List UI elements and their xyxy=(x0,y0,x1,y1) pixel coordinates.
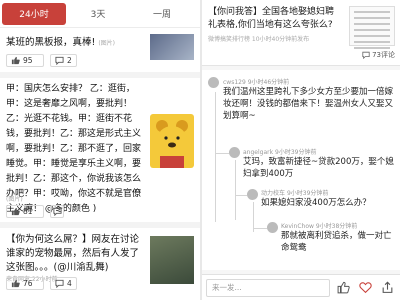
comment-meta: KevinChow 9小时38分钟前 xyxy=(281,221,395,230)
thread-line xyxy=(253,228,267,229)
comment-meta: cws129 9小时46分钟前 xyxy=(223,77,395,86)
thumbs-up-icon xyxy=(11,56,20,65)
post-detail-panel: 【你问我答】全国各地娶媳妇聘礼表格,你们当地有这么夸张么? 微博搞笑排行榜 10… xyxy=(202,0,400,300)
favorite-button[interactable] xyxy=(356,279,374,297)
like-count: 95 xyxy=(23,56,33,65)
winnie-the-pooh-image[interactable] xyxy=(150,114,194,168)
tab-24h[interactable]: 24小时 xyxy=(2,2,66,25)
comment-time: 9小时46分钟前 xyxy=(247,79,290,86)
comment: 动力校车 9小时39分钟前 如果媳妇家没400万怎么办？ xyxy=(261,188,395,209)
thread-line xyxy=(235,160,236,220)
comment-thread: cws129 9小时46分钟前 我们温州这里跨礼下多少女方至少要加一倍嫁妆还啊！… xyxy=(202,70,400,270)
comment-text: 我们温州这里跨礼下多少女方至少要加一倍嫁妆还啊！没钱的都借来下！娶温州女人又娶又… xyxy=(223,87,394,121)
like-button[interactable]: 81 xyxy=(6,205,44,218)
tab-week[interactable]: 一周 xyxy=(130,3,194,25)
comment-user[interactable]: cws129 xyxy=(223,79,246,86)
comment-count-link[interactable]: 73评论 xyxy=(362,50,395,60)
avatar[interactable] xyxy=(208,77,219,88)
heart-icon xyxy=(358,282,372,294)
share-button[interactable] xyxy=(378,279,396,297)
comment-count: 2 xyxy=(67,56,72,65)
comment-icon xyxy=(52,207,62,216)
comment: KevinChow 9小时38分钟前 那就被离利贷追杀，做一对亡命鸳鸯 xyxy=(281,221,395,254)
like-button[interactable]: 95 xyxy=(6,54,44,67)
comment-text: 艾玛，致富新捷径~贷款200万，娶个媳妇拿到400万 xyxy=(243,157,394,179)
comment-text: 如果媳妇家没400万怎么办？ xyxy=(261,198,371,208)
post-actions: 76 4 xyxy=(6,275,77,292)
tab-3days[interactable]: 3天 xyxy=(66,3,130,25)
thread-line xyxy=(235,195,247,196)
like-button[interactable] xyxy=(334,279,352,297)
comment-text: 那就被离利贷追杀，做一对亡命鸳鸯 xyxy=(281,231,392,253)
comment-user[interactable]: angelgark xyxy=(243,149,273,156)
post-thumbnail[interactable] xyxy=(150,236,194,284)
comment-meta: 动力校车 9小时39分钟前 xyxy=(261,188,395,197)
share-icon xyxy=(382,281,392,293)
comment-user[interactable]: 动力校车 xyxy=(261,190,285,197)
post-actions: 81 xyxy=(6,203,64,220)
avatar[interactable] xyxy=(247,189,258,200)
comment-time: 9小时39分钟前 xyxy=(275,149,317,156)
thumbs-up-icon xyxy=(11,279,20,288)
thumbs-up-icon xyxy=(11,207,20,216)
post-title: 【你为何这么屌？】网友在讨论谁家的宠物最屌，然后有人发了这张图。。。(@川渝乱舞… xyxy=(6,234,140,273)
post-thumbnail[interactable] xyxy=(150,34,194,60)
post-meta: (图片) xyxy=(98,40,116,47)
like-count: 76 xyxy=(23,279,33,288)
post-card[interactable]: 某班的黑板报，真棒! (图片) 95 2 xyxy=(0,28,200,78)
comment-compose-bar: 来一发... xyxy=(202,274,400,300)
detail-post-title: 【你问我答】全国各地娶媳妇聘礼表格,你们当地有这么夸张么? xyxy=(208,7,335,30)
post-card[interactable]: 甲：国庆怎么安排？ 乙：逛街，甲：这是奢靡之风啊，要批判！乙：光逛不花钱。甲：逛… xyxy=(0,78,200,228)
comment-count-label: 73评论 xyxy=(372,51,395,59)
hot-list-panel: 24小时 3天 一周 某班的黑板报，真棒! (图片) 95 2 甲：国庆怎么安排… xyxy=(0,0,200,300)
post-title-text: 某班的黑板报，真棒! xyxy=(6,37,96,48)
detail-post-header: 【你问我答】全国各地娶媳妇聘礼表格,你们当地有这么夸张么? 微博搞笑排行榜 10… xyxy=(202,0,400,66)
bride-price-table-image[interactable] xyxy=(349,6,395,49)
like-count: 81 xyxy=(23,207,33,216)
comment: angelgark 9小时39分钟前 艾玛，致富新捷径~贷款200万，娶个媳妇拿… xyxy=(243,147,395,180)
comment-input[interactable]: 来一发... xyxy=(206,278,330,297)
comment-meta: angelgark 9小时39分钟前 xyxy=(243,147,395,156)
like-button[interactable]: 76 xyxy=(6,277,44,290)
post-title: 甲：国庆怎么安排？ 乙：逛街，甲：这是奢靡之风啊，要批判！乙：光逛不花钱。甲：逛… xyxy=(6,84,142,214)
comment-count: 4 xyxy=(67,279,72,288)
comment-button[interactable] xyxy=(50,205,64,218)
comment-time: 9小时38分钟前 xyxy=(315,223,358,230)
thread-line xyxy=(215,153,229,154)
comment-time: 9小时39分钟前 xyxy=(286,190,329,197)
comment-icon xyxy=(55,56,64,65)
avatar[interactable] xyxy=(229,147,240,158)
thread-line xyxy=(215,92,216,222)
comment-button[interactable]: 2 xyxy=(50,54,77,67)
thumbs-up-icon xyxy=(337,281,350,294)
avatar[interactable] xyxy=(267,222,278,233)
comment-icon xyxy=(55,279,64,288)
comment-user[interactable]: KevinChow xyxy=(281,223,314,230)
comment: cws129 9小时46分钟前 我们温州这里跨礼下多少女方至少要加一倍嫁妆还啊！… xyxy=(223,77,395,122)
comment-icon xyxy=(362,51,370,59)
time-range-tabs: 24小时 3天 一周 xyxy=(0,0,200,28)
comment-button[interactable]: 4 xyxy=(50,277,77,290)
post-card[interactable]: 【你为何这么屌？】网友在讨论谁家的宠物最屌，然后有人发了这张图。。。(@川渝乱舞… xyxy=(0,228,200,294)
post-actions: 95 2 xyxy=(6,52,77,69)
